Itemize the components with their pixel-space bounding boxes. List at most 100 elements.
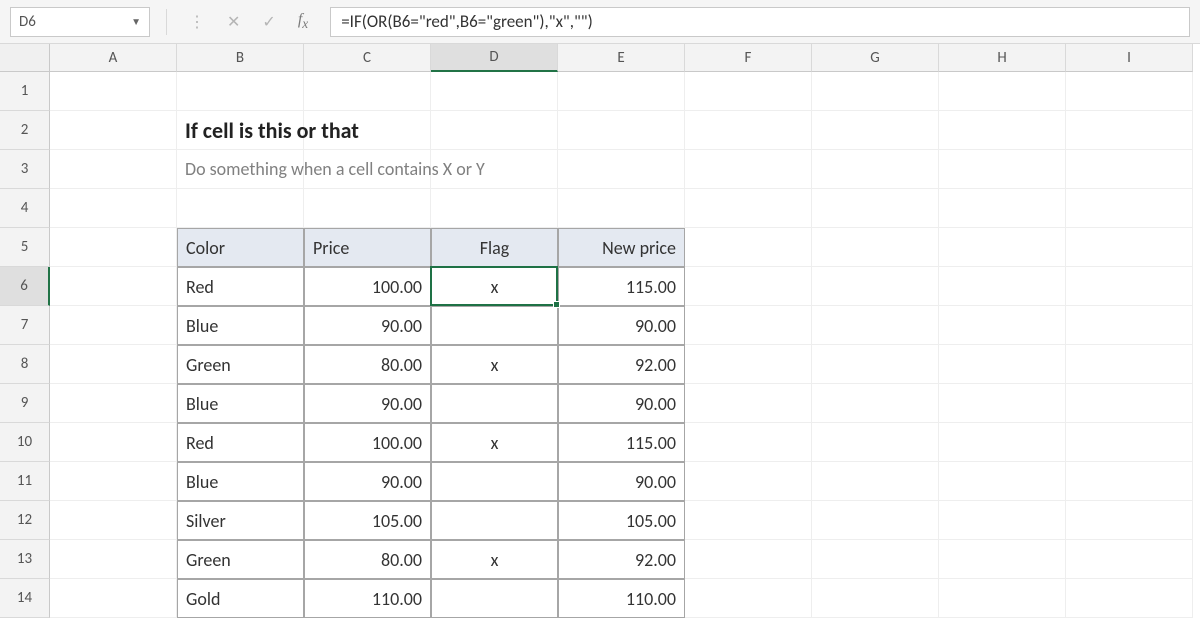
table-cell[interactable] xyxy=(431,579,558,618)
cell-H8[interactable] xyxy=(939,345,1066,384)
cell-H2[interactable] xyxy=(939,111,1066,150)
cell-H6[interactable] xyxy=(939,267,1066,306)
cell-A12[interactable] xyxy=(50,501,177,540)
cell-A3[interactable] xyxy=(50,150,177,189)
cell-I6[interactable] xyxy=(1066,267,1193,306)
cell-F7[interactable] xyxy=(685,306,812,345)
cell-G8[interactable] xyxy=(812,345,939,384)
table-cell[interactable]: x xyxy=(431,267,558,306)
cell-E3[interactable] xyxy=(558,150,685,189)
cell-H14[interactable] xyxy=(939,579,1066,618)
column-header-f[interactable]: F xyxy=(685,44,812,72)
cell-I8[interactable] xyxy=(1066,345,1193,384)
cell-F3[interactable] xyxy=(685,150,812,189)
column-header-h[interactable]: H xyxy=(939,44,1066,72)
cell-F6[interactable] xyxy=(685,267,812,306)
row-header-4[interactable]: 4 xyxy=(0,189,50,228)
column-header-d[interactable]: D xyxy=(431,44,558,72)
table-cell[interactable]: 105.00 xyxy=(558,501,685,540)
table-cell[interactable]: 110.00 xyxy=(558,579,685,618)
cell-H11[interactable] xyxy=(939,462,1066,501)
cell-F9[interactable] xyxy=(685,384,812,423)
cell-G3[interactable] xyxy=(812,150,939,189)
cancel-icon[interactable]: ✕ xyxy=(227,12,240,32)
table-cell[interactable]: 90.00 xyxy=(558,462,685,501)
table-cell[interactable]: 115.00 xyxy=(558,267,685,306)
table-cell[interactable]: 92.00 xyxy=(558,345,685,384)
column-header-c[interactable]: C xyxy=(304,44,431,72)
cell-I2[interactable] xyxy=(1066,111,1193,150)
column-header-g[interactable]: G xyxy=(812,44,939,72)
cell-F8[interactable] xyxy=(685,345,812,384)
table-cell[interactable]: Silver xyxy=(177,501,304,540)
cell-H1[interactable] xyxy=(939,72,1066,111)
table-cell[interactable]: 90.00 xyxy=(304,384,431,423)
cell-F13[interactable] xyxy=(685,540,812,579)
cell-I3[interactable] xyxy=(1066,150,1193,189)
table-cell[interactable]: 90.00 xyxy=(304,462,431,501)
cell-H7[interactable] xyxy=(939,306,1066,345)
cell-G5[interactable] xyxy=(812,228,939,267)
select-all-corner[interactable] xyxy=(0,44,50,72)
table-cell[interactable]: Red xyxy=(177,267,304,306)
cell-I7[interactable] xyxy=(1066,306,1193,345)
table-cell[interactable]: x xyxy=(431,345,558,384)
name-box[interactable]: D6 ▼ xyxy=(10,7,150,37)
cell-I11[interactable] xyxy=(1066,462,1193,501)
cell-B1[interactable] xyxy=(177,72,304,111)
cell-G11[interactable] xyxy=(812,462,939,501)
cell-A14[interactable] xyxy=(50,579,177,618)
cell-G6[interactable] xyxy=(812,267,939,306)
cell-H4[interactable] xyxy=(939,189,1066,228)
cell-I5[interactable] xyxy=(1066,228,1193,267)
cell-I12[interactable] xyxy=(1066,501,1193,540)
row-header-7[interactable]: 7 xyxy=(0,306,50,345)
worksheet[interactable]: ABCDEFGHI 12If cell is this or that3Do s… xyxy=(0,44,1200,630)
cell-F5[interactable] xyxy=(685,228,812,267)
table-header-new-price[interactable]: New price xyxy=(558,228,685,267)
table-cell[interactable] xyxy=(431,384,558,423)
dropdown-icon[interactable]: ▼ xyxy=(131,15,141,28)
cell-A10[interactable] xyxy=(50,423,177,462)
cell-G4[interactable] xyxy=(812,189,939,228)
cell-F12[interactable] xyxy=(685,501,812,540)
row-header-5[interactable]: 5 xyxy=(0,228,50,267)
table-cell[interactable]: 100.00 xyxy=(304,423,431,462)
cell-F2[interactable] xyxy=(685,111,812,150)
row-header-1[interactable]: 1 xyxy=(0,72,50,111)
table-cell[interactable]: Blue xyxy=(177,306,304,345)
page-subtitle[interactable]: Do something when a cell contains X or Y xyxy=(177,150,304,189)
row-header-9[interactable]: 9 xyxy=(0,384,50,423)
cell-I14[interactable] xyxy=(1066,579,1193,618)
cell-G12[interactable] xyxy=(812,501,939,540)
cell-F14[interactable] xyxy=(685,579,812,618)
cell-A7[interactable] xyxy=(50,306,177,345)
table-cell[interactable]: Green xyxy=(177,345,304,384)
cell-C1[interactable] xyxy=(304,72,431,111)
cell-F1[interactable] xyxy=(685,72,812,111)
row-header-2[interactable]: 2 xyxy=(0,111,50,150)
cell-G2[interactable] xyxy=(812,111,939,150)
row-header-11[interactable]: 11 xyxy=(0,462,50,501)
table-cell[interactable]: 80.00 xyxy=(304,540,431,579)
table-cell[interactable]: 92.00 xyxy=(558,540,685,579)
cell-E2[interactable] xyxy=(558,111,685,150)
cell-F10[interactable] xyxy=(685,423,812,462)
table-header-flag[interactable]: Flag xyxy=(431,228,558,267)
cell-F11[interactable] xyxy=(685,462,812,501)
row-header-8[interactable]: 8 xyxy=(0,345,50,384)
table-cell[interactable]: Blue xyxy=(177,462,304,501)
cell-D4[interactable] xyxy=(431,189,558,228)
row-header-6[interactable]: 6 xyxy=(0,267,50,306)
cell-E1[interactable] xyxy=(558,72,685,111)
page-title[interactable]: If cell is this or that xyxy=(177,111,304,150)
row-header-3[interactable]: 3 xyxy=(0,150,50,189)
column-header-b[interactable]: B xyxy=(177,44,304,72)
table-header-price[interactable]: Price xyxy=(304,228,431,267)
cell-D1[interactable] xyxy=(431,72,558,111)
cell-F4[interactable] xyxy=(685,189,812,228)
row-header-10[interactable]: 10 xyxy=(0,423,50,462)
cell-H10[interactable] xyxy=(939,423,1066,462)
cell-H5[interactable] xyxy=(939,228,1066,267)
table-cell[interactable]: Red xyxy=(177,423,304,462)
